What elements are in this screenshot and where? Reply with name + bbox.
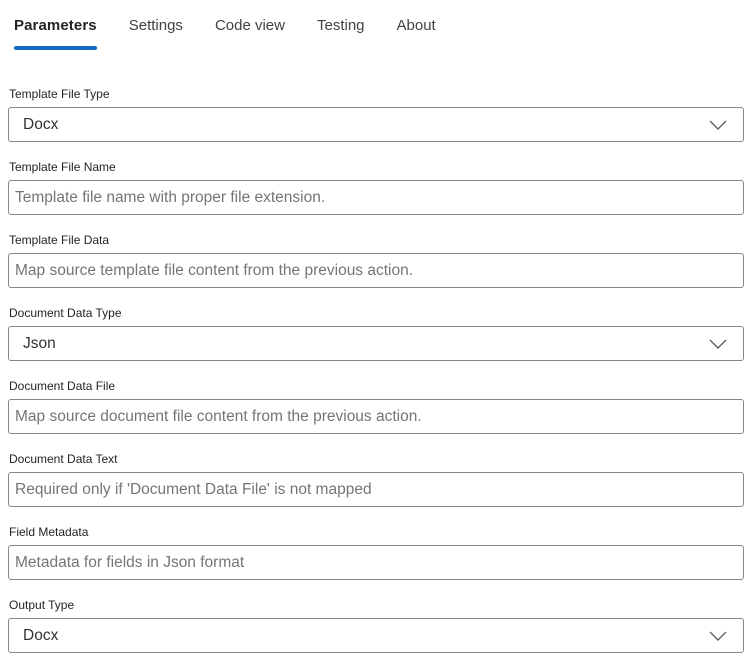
tab-about[interactable]: About — [397, 15, 436, 50]
field-template-file-data: Template File Data — [8, 232, 744, 288]
document-data-text-input[interactable] — [8, 472, 744, 507]
field-field-metadata: Field Metadata — [8, 524, 744, 580]
tab-testing-label: Testing — [316, 17, 365, 34]
tab-parameters[interactable]: Parameters — [14, 15, 97, 50]
template-file-type-dropdown[interactable]: Docx — [8, 107, 744, 142]
parameters-panel: Parameters Settings Code view Testing Ab… — [0, 0, 752, 653]
chevron-down-icon[interactable] — [709, 339, 727, 349]
document-data-type-label: Document Data Type — [9, 306, 122, 320]
template-file-type-label: Template File Type — [9, 87, 110, 101]
template-file-name-input[interactable] — [8, 180, 744, 215]
output-type-value: Docx — [23, 626, 59, 644]
field-template-file-name: Template File Name — [8, 159, 744, 215]
template-file-data-input[interactable] — [8, 253, 744, 288]
field-document-data-text: Document Data Text — [8, 451, 744, 507]
tab-bar: Parameters Settings Code view Testing Ab… — [8, 15, 744, 50]
template-file-name-label: Template File Name — [9, 160, 116, 174]
tab-parameters-label: Parameters — [14, 17, 97, 34]
document-data-text-label: Document Data Text — [9, 452, 118, 466]
field-metadata-label: Field Metadata — [9, 525, 89, 539]
chevron-down-icon[interactable] — [709, 120, 727, 130]
output-type-dropdown[interactable]: Docx — [8, 618, 744, 653]
document-data-type-value: Json — [23, 334, 56, 352]
document-data-file-label: Document Data File — [9, 379, 116, 393]
output-type-label: Output Type — [9, 598, 75, 612]
tab-code-view-label: Code view — [214, 17, 285, 34]
tab-settings-label: Settings — [128, 17, 183, 34]
active-tab-indicator — [14, 46, 97, 50]
document-data-type-dropdown[interactable]: Json — [8, 326, 744, 361]
tab-settings[interactable]: Settings — [129, 15, 183, 50]
tab-code-view[interactable]: Code view — [215, 15, 285, 50]
field-template-file-type: Template File Type Docx — [8, 86, 744, 142]
template-file-data-label: Template File Data — [9, 233, 110, 247]
template-file-type-value: Docx — [23, 115, 59, 133]
tab-about-label: About — [396, 17, 436, 34]
document-data-file-input[interactable] — [8, 399, 744, 434]
field-output-type: Output Type Docx — [8, 597, 744, 653]
field-document-data-type: Document Data Type Json — [8, 305, 744, 361]
field-document-data-file: Document Data File — [8, 378, 744, 434]
chevron-down-icon[interactable] — [709, 631, 727, 641]
tab-testing[interactable]: Testing — [317, 15, 365, 50]
field-metadata-input[interactable] — [8, 545, 744, 580]
